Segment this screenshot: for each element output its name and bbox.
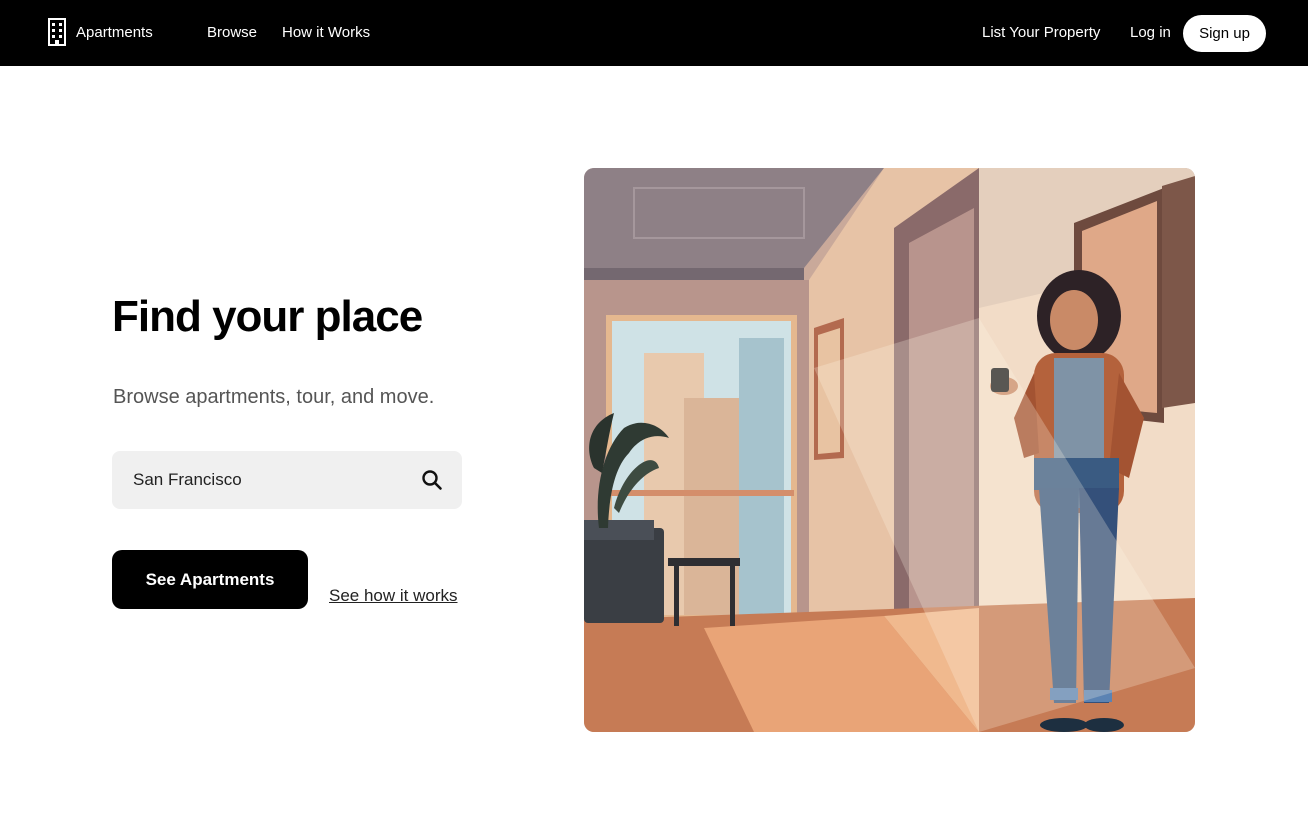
see-apartments-button[interactable]: See Apartments: [112, 550, 308, 609]
signup-button[interactable]: Sign up: [1183, 15, 1266, 52]
login-link[interactable]: Log in: [1130, 24, 1171, 41]
brand-name: Apartments: [76, 23, 153, 41]
nav-link-how-it-works[interactable]: How it Works: [282, 24, 370, 41]
hero-subtitle: Browse apartments, tour, and move.: [113, 386, 435, 408]
brand-logo-link[interactable]: Apartments: [48, 18, 153, 46]
location-search-box: [112, 451, 462, 509]
top-navigation-bar: Apartments Browse How it Works List Your…: [0, 0, 1308, 66]
see-how-it-works-link[interactable]: See how it works: [329, 586, 458, 606]
nav-link-browse[interactable]: Browse: [207, 24, 257, 41]
building-icon: [48, 18, 66, 46]
location-search-input[interactable]: [133, 470, 403, 490]
list-your-property-link[interactable]: List Your Property: [982, 24, 1100, 41]
hero-title: Find your place: [112, 292, 423, 341]
search-icon[interactable]: [420, 468, 444, 492]
hero-illustration: [584, 168, 1195, 732]
